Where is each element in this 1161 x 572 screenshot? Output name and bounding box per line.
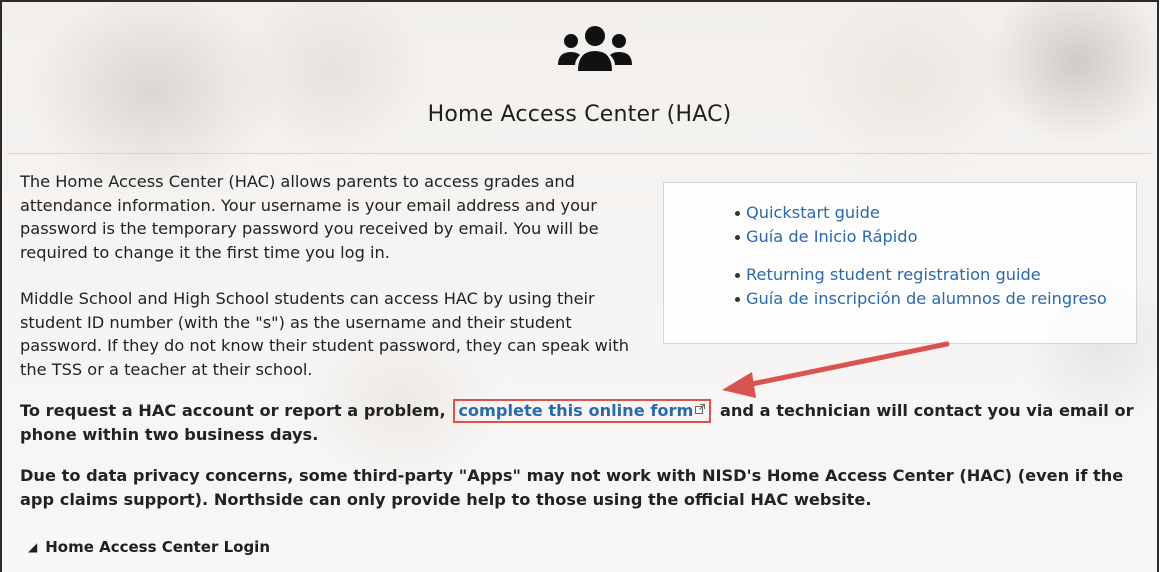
guia-inicio-rapido-link[interactable]: Guía de Inicio Rápido [746,227,918,246]
intro-paragraph-parents: The Home Access Center (HAC) allows pare… [20,172,599,262]
guia-inscripcion-link[interactable]: Guía de inscripción de alumnos de reingr… [746,289,1107,308]
returning-student-guide-link[interactable]: Returning student registration guide [746,265,1041,284]
login-section-toggle[interactable]: ◢ Home Access Center Login [28,538,270,556]
guides-list-quickstart: Quickstart guide Guía de Inicio Rápido [664,201,918,249]
page-frame: Home Access Center (HAC) The Home Access… [0,0,1159,572]
quickstart-guide-link[interactable]: Quickstart guide [746,203,880,222]
triangle-collapse-icon: ◢ [28,540,38,554]
request-text-before: To request a HAC account or report a pro… [20,401,452,420]
form-link-highlight: complete this online form [453,399,712,423]
list-item: Guía de Inicio Rápido [735,225,918,249]
page-title: Home Access Center (HAC) [427,102,732,127]
list-item: Returning student registration guide [735,263,1107,287]
online-form-link[interactable]: complete this online form [458,401,693,420]
annotation-arrow-icon [722,341,950,398]
request-account-text: To request a HAC account or report a pro… [20,399,1140,447]
title-divider [8,153,1151,154]
external-link-icon [695,404,706,414]
login-section-label: Home Access Center Login [45,538,271,556]
guides-box: Quickstart guide Guía de Inicio Rápido R… [663,182,1137,344]
list-item: Guía de inscripción de alumnos de reingr… [735,287,1107,311]
intro-paragraph-students: Middle School and High School students c… [20,289,629,379]
list-item: Quickstart guide [735,201,918,225]
privacy-notice: Due to data privacy concerns, some third… [20,466,1124,509]
users-icon [558,26,632,71]
guides-list-registration: Returning student registration guide Guí… [664,263,1107,311]
